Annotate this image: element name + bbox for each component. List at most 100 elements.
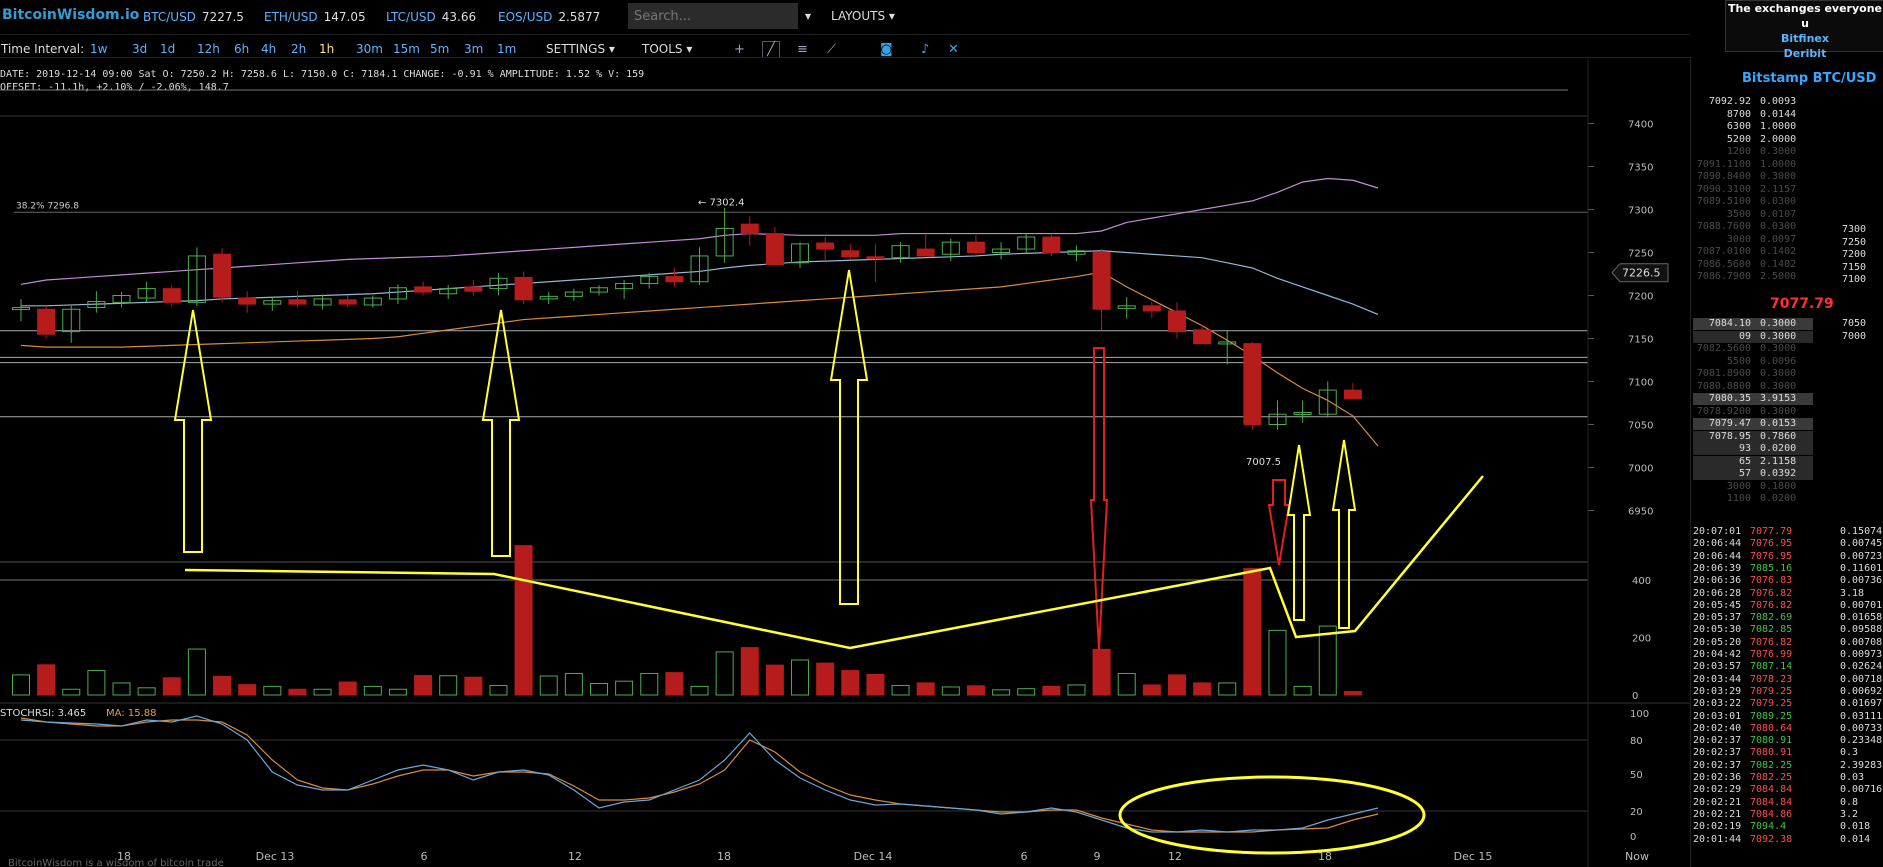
search-dropdown-icon[interactable]: ▾ — [805, 9, 811, 23]
ask-price: 7086.5600 — [1696, 258, 1751, 270]
trade-time: 20:02:29 — [1693, 784, 1742, 796]
trendline-icon[interactable]: ╱ — [762, 41, 780, 58]
volume-bar — [12, 674, 30, 696]
ticker-ltc[interactable]: LTC/USD 43.66 — [386, 10, 476, 24]
volume-bar — [866, 673, 885, 696]
settings-menu[interactable]: SETTINGS ▾ — [546, 42, 615, 56]
candle-down — [1142, 305, 1161, 312]
ask-price: 3000 — [1726, 233, 1751, 245]
brand-logo[interactable]: BitcoinWisdom.io — [2, 7, 139, 23]
interval-1w[interactable]: 1w — [90, 42, 107, 56]
trade-amount: 0.03 — [1840, 772, 1865, 783]
volume-bar — [363, 685, 382, 696]
trade-amount: 0.00708 — [1840, 636, 1883, 648]
trade-amount: 3.2 — [1840, 808, 1859, 820]
ask-price: 3500 — [1726, 208, 1751, 220]
interval-3d[interactable]: 3d — [132, 42, 147, 56]
time-axis-label: 9 — [1094, 850, 1101, 863]
trade-time: 20:02:21 — [1693, 796, 1742, 808]
trade-time: 20:06:28 — [1693, 587, 1742, 599]
trade-amount: 0.00692 — [1840, 685, 1883, 697]
crosshair-icon[interactable]: + — [734, 42, 745, 57]
volume-bar — [1017, 688, 1036, 696]
interval-6h[interactable]: 6h — [234, 42, 249, 56]
high-marker-label: ← 7302.4 — [698, 197, 745, 208]
layouts-menu[interactable]: LAYOUTS ▾ — [831, 9, 895, 23]
bid-amount: 3.9153 — [1760, 393, 1797, 404]
interval-5m[interactable]: 5m — [430, 42, 449, 56]
divider — [0, 34, 1690, 35]
time-axis-label: 12 — [1168, 850, 1182, 863]
interval-2h[interactable]: 2h — [291, 42, 306, 56]
fullscreen-icon[interactable]: ✕ — [948, 42, 959, 57]
ticker-eos[interactable]: EOS/USD 2.5877 — [498, 10, 600, 24]
trade-price: 7092.38 — [1750, 833, 1793, 845]
trade-time: 20:02:19 — [1693, 821, 1742, 833]
candle-down — [1193, 329, 1212, 345]
price-tick-label: 6950 — [1628, 507, 1653, 518]
trade-time: 20:01:44 — [1693, 833, 1742, 845]
bell-icon[interactable]: ♪ — [921, 42, 929, 57]
bid-price: 7082.5600 — [1696, 343, 1751, 354]
ask-amount: 0.0093 — [1760, 96, 1797, 107]
volume-tick-label: 200 — [1632, 634, 1651, 645]
trade-time: 20:02:37 — [1693, 759, 1742, 771]
stochrsi-label: STOCHRSI: 3.465 — [0, 708, 86, 719]
fib-icon[interactable]: ⟋ — [827, 42, 836, 57]
volume-bar — [564, 672, 583, 696]
interval-3m[interactable]: 3m — [464, 42, 483, 56]
trade-time: 20:05:45 — [1693, 599, 1742, 611]
candle-down — [916, 248, 935, 257]
interval-12h[interactable]: 12h — [197, 42, 220, 56]
interval-4h[interactable]: 4h — [261, 42, 276, 56]
volume-bar — [1343, 691, 1362, 696]
interval-15m[interactable]: 15m — [393, 42, 420, 56]
interval-1d[interactable]: 1d — [160, 42, 175, 56]
trade-price: 7076.82 — [1750, 599, 1793, 611]
trade-price: 7078.23 — [1750, 673, 1793, 685]
trade-time: 20:03:29 — [1693, 685, 1742, 697]
trade-time: 20:05:20 — [1693, 636, 1742, 648]
volume-bar — [589, 683, 608, 696]
interval-30m[interactable]: 30m — [356, 42, 383, 56]
bid-price: 5500 — [1726, 355, 1751, 367]
trade-amount: 0.23348 — [1840, 735, 1883, 747]
candle-down — [514, 276, 533, 301]
interval-1h[interactable]: 1h — [319, 42, 334, 56]
volume-bar — [1067, 684, 1086, 696]
volume-bar — [514, 545, 533, 696]
bid-amount: 0.3000 — [1760, 368, 1797, 379]
ask-price: 7090.3100 — [1696, 183, 1751, 195]
volume-bar — [1092, 648, 1111, 696]
tools-menu[interactable]: TOOLS ▾ — [642, 42, 692, 56]
trade-price: 7079.25 — [1750, 685, 1793, 697]
volume-bar — [1218, 682, 1237, 696]
ask-amount: 1.0000 — [1760, 158, 1797, 170]
bid-amount: 0.0153 — [1760, 418, 1797, 429]
volume-bar — [37, 664, 56, 696]
promo-box: The exchanges everyone u Bitfinex Deribi… — [1725, 0, 1883, 60]
search-input[interactable] — [628, 3, 798, 29]
ticker-eth[interactable]: ETH/USD 147.05 — [264, 10, 366, 24]
trade-amount: 0.00745 — [1840, 538, 1883, 550]
trade-amount: 3.18 — [1840, 587, 1865, 599]
bid-price: 65 — [1738, 455, 1751, 467]
volume-bar — [740, 647, 759, 696]
trade-amount: 0.00733 — [1840, 722, 1883, 734]
volume-bar — [1268, 629, 1287, 696]
bid-amount: 0.1800 — [1760, 480, 1797, 492]
promo-link-bitfinex[interactable]: Bitfinex — [1726, 31, 1883, 46]
interval-1m[interactable]: 1m — [497, 42, 516, 56]
price-tick-label: 7400 — [1628, 120, 1653, 131]
time-axis-label: 6 — [421, 850, 428, 863]
bid-price: 7078.95 — [1708, 430, 1751, 442]
parallel-lines-icon[interactable]: ≡ — [797, 42, 808, 57]
camera-icon[interactable]: ◙ — [880, 42, 893, 57]
trade-time: 20:02:36 — [1693, 772, 1742, 783]
bid-amount: 0.0392 — [1760, 468, 1797, 479]
ticker-btc[interactable]: BTC/USD 7227.5 — [143, 10, 244, 24]
ticker-price: 147.05 — [323, 10, 366, 24]
price-chart[interactable]: 7400735073007250720071507100705070006950… — [0, 58, 1690, 867]
ask-amount: 1.0000 — [1760, 121, 1797, 132]
ticker-pair: ETH/USD — [264, 10, 318, 24]
